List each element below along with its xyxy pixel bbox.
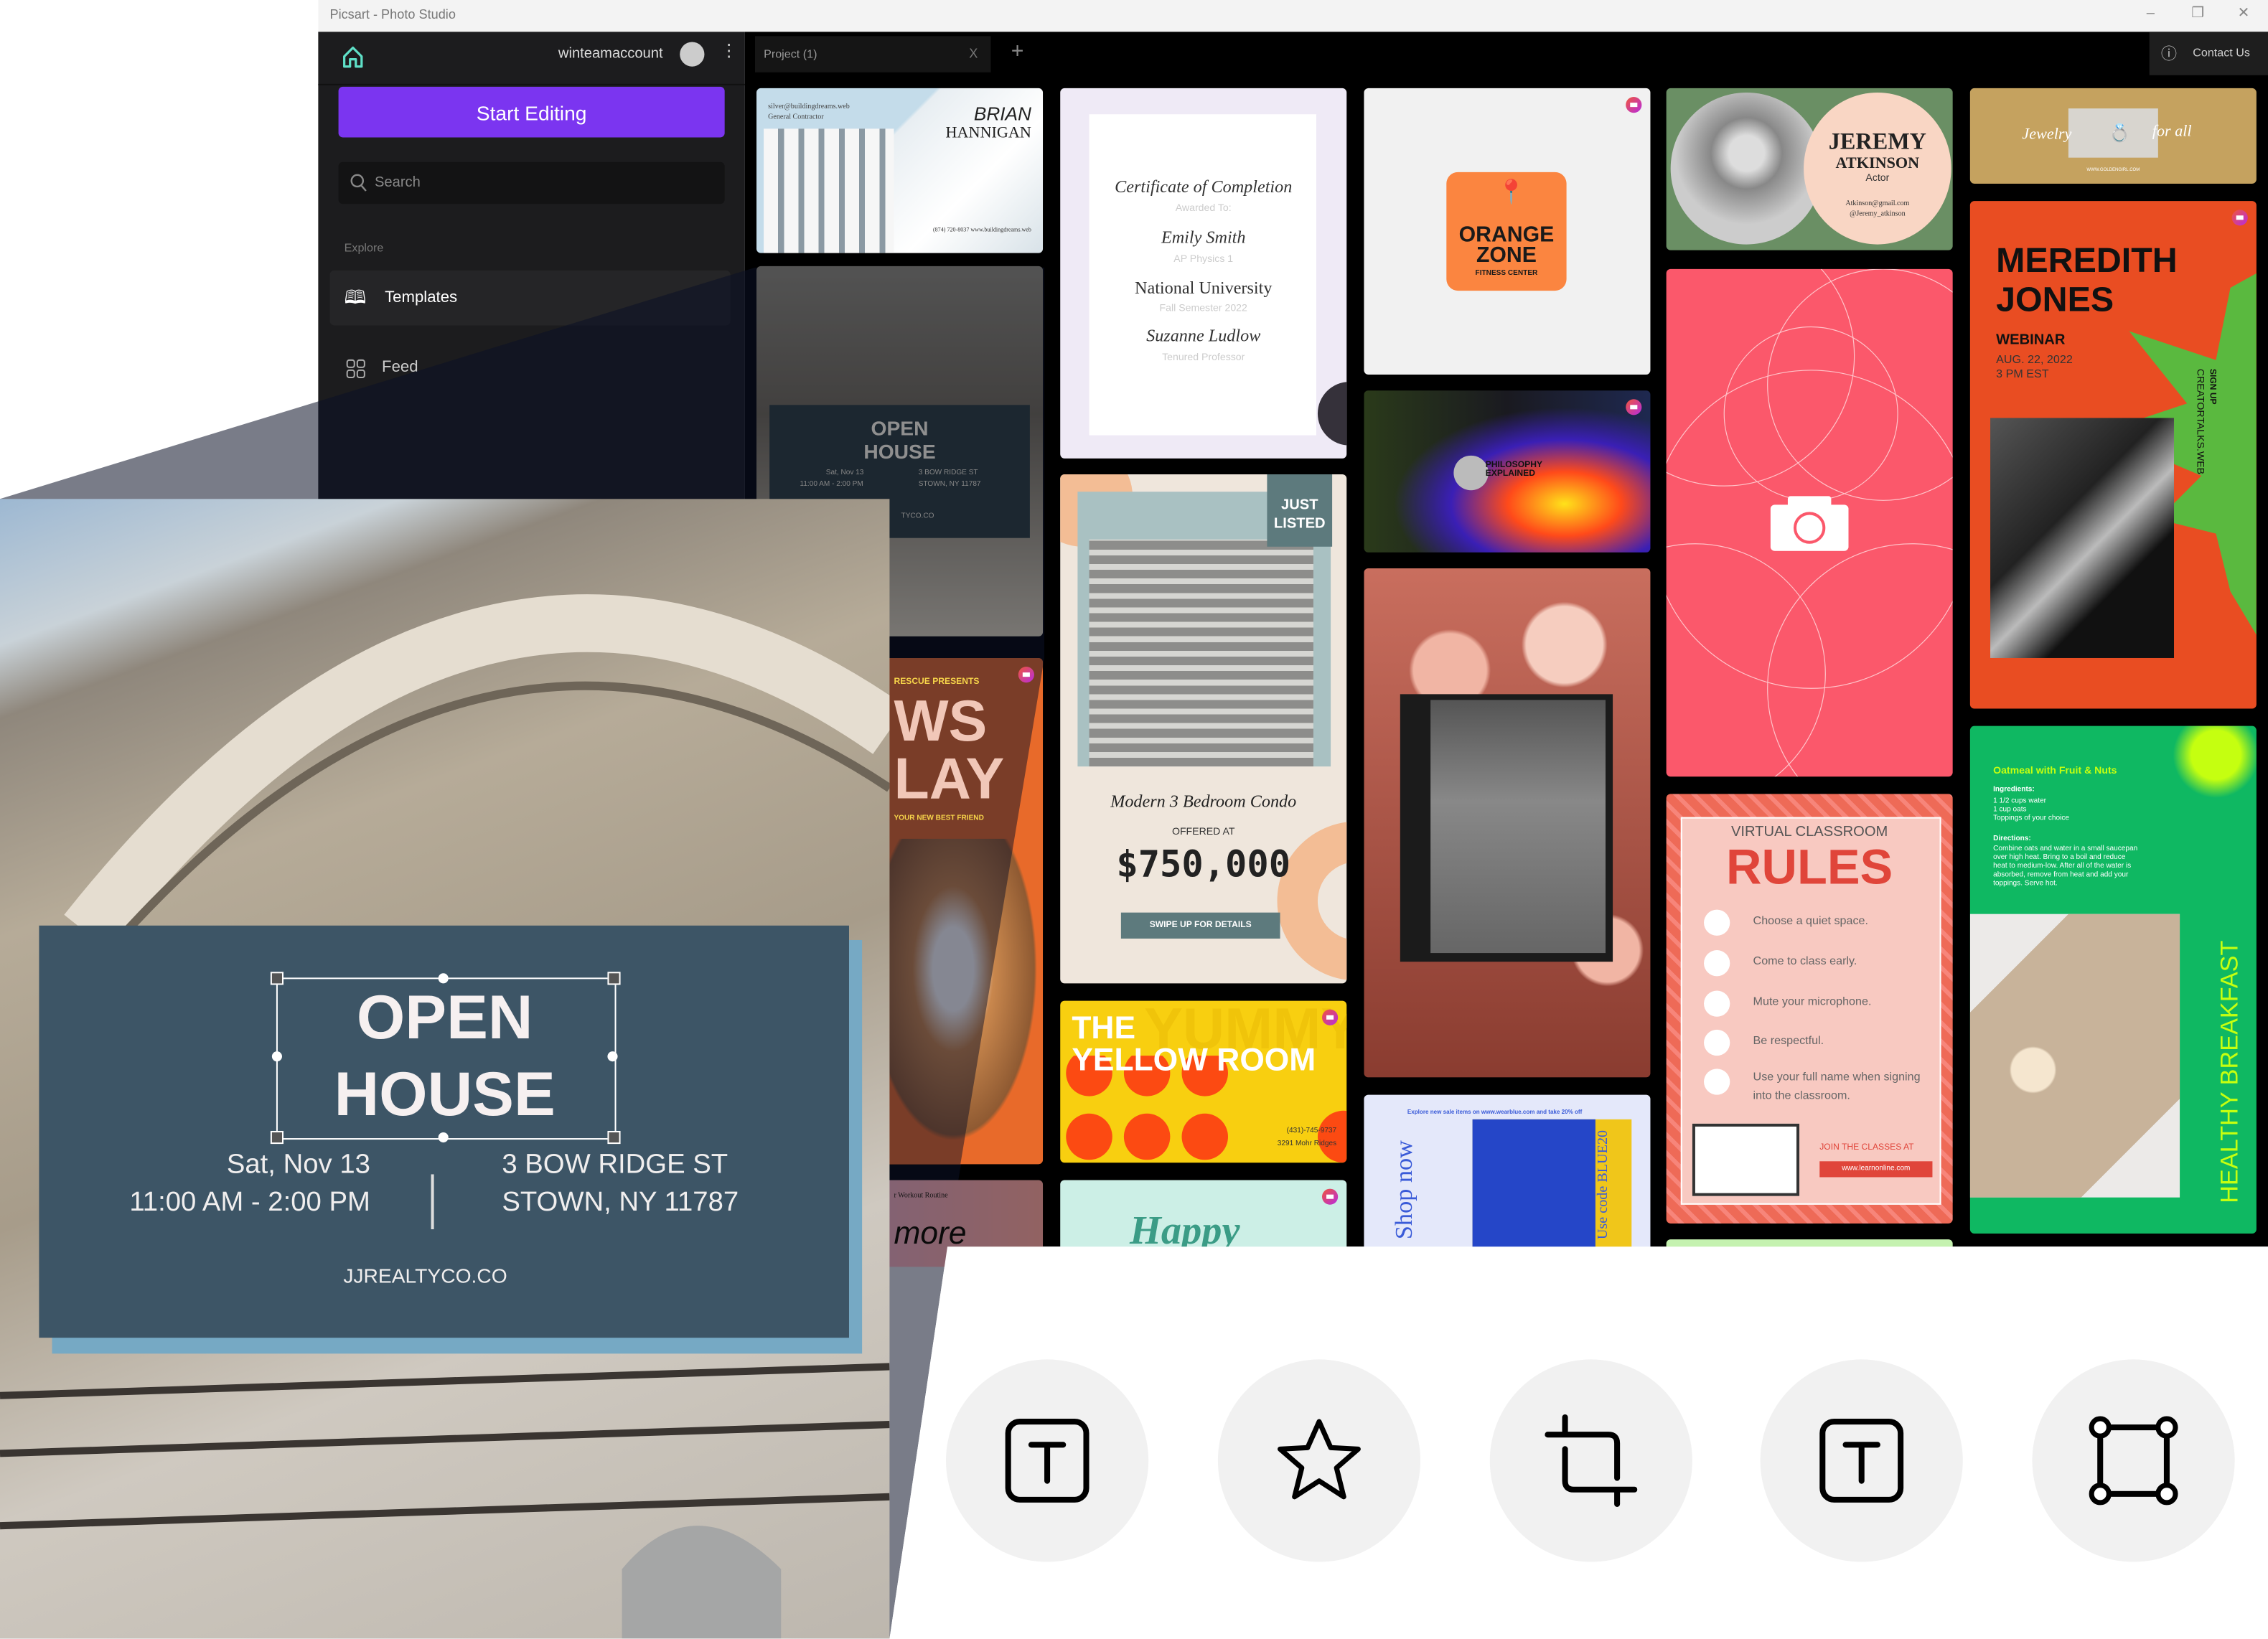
star-icon	[1278, 1419, 1361, 1500]
shape-tool-button[interactable]	[2032, 1359, 2235, 1562]
poster-date: Sat, Nov 13	[226, 1150, 370, 1180]
poster-preview: OPEN HOUSE Sat, Nov 13 11:00 AM - 2:00 P…	[0, 499, 890, 1639]
poster-address-line1: 3 BOW RIDGE ST	[502, 1150, 728, 1180]
sticker-tool-button[interactable]	[1217, 1359, 1421, 1562]
poster-address-line2: STOWN, NY 11787	[502, 1187, 739, 1218]
text-icon	[1005, 1419, 1090, 1503]
poster-website: JJREALTYCO.CO	[343, 1264, 507, 1287]
text-tool-button-2[interactable]	[1760, 1359, 1963, 1562]
crop-tool-button[interactable]	[1489, 1359, 1692, 1562]
poster-title-line1[interactable]: OPEN	[276, 980, 614, 1056]
divider	[431, 1174, 434, 1230]
poster-title-line2[interactable]: HOUSE	[276, 1057, 614, 1132]
rectangle-icon	[2089, 1416, 2178, 1506]
resize-handle[interactable]	[270, 1130, 284, 1145]
crop-icon	[1545, 1414, 1638, 1507]
text-icon	[1819, 1419, 1904, 1503]
composite-stage: Picsart - Photo Studio – ❐ ✕ winteamacco…	[0, 0, 2268, 1639]
text-tool-button[interactable]	[946, 1359, 1149, 1562]
resize-handle[interactable]	[438, 1132, 449, 1143]
poster-time: 11:00 AM - 2:00 PM	[129, 1187, 370, 1218]
resize-handle[interactable]	[607, 1130, 621, 1145]
